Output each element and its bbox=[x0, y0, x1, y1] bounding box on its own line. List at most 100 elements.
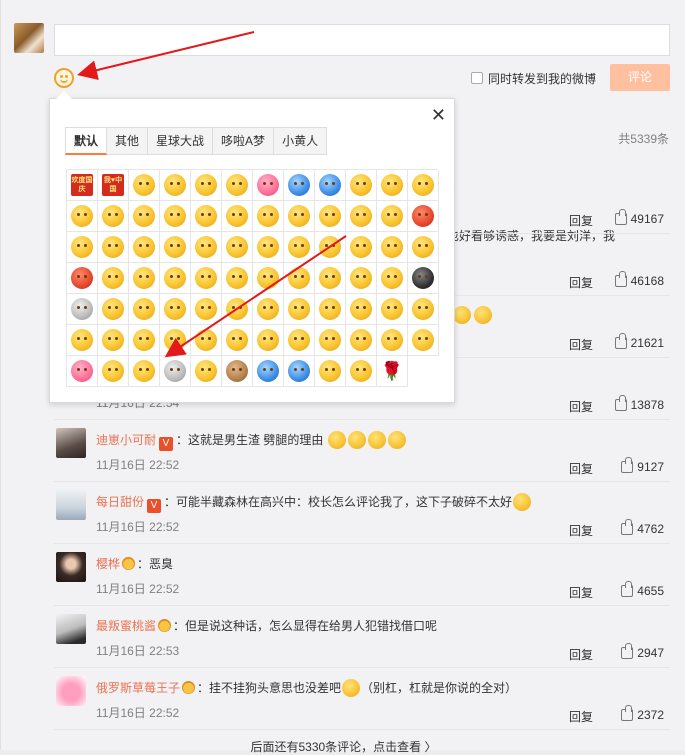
reply-link[interactable]: 回复 bbox=[569, 584, 593, 601]
like-button[interactable]: 2372 bbox=[621, 705, 664, 722]
emoji-cell[interactable] bbox=[98, 232, 129, 263]
emoji-cell[interactable] bbox=[408, 325, 439, 356]
emoji-cell[interactable] bbox=[129, 201, 160, 232]
emoji-cell[interactable] bbox=[222, 232, 253, 263]
emoji-cell[interactable] bbox=[284, 263, 315, 294]
emoji-cell[interactable] bbox=[346, 170, 377, 201]
emoji-cell[interactable] bbox=[408, 170, 439, 201]
emoji-cell[interactable] bbox=[377, 263, 408, 294]
emoji-cell[interactable] bbox=[284, 232, 315, 263]
emoji-cell[interactable] bbox=[346, 232, 377, 263]
emoji-cell[interactable] bbox=[222, 263, 253, 294]
emoji-cell[interactable] bbox=[315, 356, 346, 387]
emoji-cell[interactable] bbox=[315, 170, 346, 201]
like-button[interactable]: 49167 bbox=[614, 209, 664, 226]
comment-username[interactable]: 最叛蜜桃酱 bbox=[96, 619, 156, 633]
emoji-cell[interactable] bbox=[191, 232, 222, 263]
forward-checkbox[interactable] bbox=[471, 72, 483, 84]
emoji-cell[interactable]: 🌹 bbox=[377, 356, 408, 387]
emoji-cell[interactable] bbox=[253, 170, 284, 201]
emoji-cell[interactable] bbox=[98, 201, 129, 232]
reply-link[interactable]: 回复 bbox=[569, 398, 593, 415]
emoji-cell[interactable] bbox=[191, 201, 222, 232]
emoji-cell[interactable] bbox=[98, 294, 129, 325]
emoji-cell[interactable] bbox=[377, 325, 408, 356]
like-button[interactable]: 4655 bbox=[621, 581, 664, 598]
emoji-cell[interactable]: 欢度国庆 bbox=[67, 170, 98, 201]
emoji-cell[interactable] bbox=[160, 263, 191, 294]
emoji-cell[interactable] bbox=[191, 263, 222, 294]
emoji-cell[interactable] bbox=[315, 325, 346, 356]
emoji-cell[interactable] bbox=[129, 170, 160, 201]
emoji-cell[interactable] bbox=[253, 201, 284, 232]
load-more-link[interactable]: 后面还有5330条评论，点击查看 〉 bbox=[1, 738, 685, 755]
emoji-cell[interactable] bbox=[191, 356, 222, 387]
emoji-cell[interactable] bbox=[346, 356, 377, 387]
emoji-cell[interactable] bbox=[98, 263, 129, 294]
emoji-cell[interactable] bbox=[67, 201, 98, 232]
emoji-cell[interactable] bbox=[129, 232, 160, 263]
emoji-cell[interactable] bbox=[253, 294, 284, 325]
emoji-cell[interactable] bbox=[284, 325, 315, 356]
emoji-cell[interactable] bbox=[67, 294, 98, 325]
tab-minions[interactable]: 小黄人 bbox=[274, 127, 328, 155]
emoji-cell[interactable] bbox=[222, 356, 253, 387]
emoji-cell[interactable] bbox=[377, 170, 408, 201]
emoji-cell[interactable] bbox=[284, 201, 315, 232]
emoji-cell[interactable] bbox=[253, 325, 284, 356]
like-button[interactable]: 21621 bbox=[614, 333, 664, 350]
emoji-cell[interactable] bbox=[160, 170, 191, 201]
emoji-cell[interactable] bbox=[98, 356, 129, 387]
emoji-cell[interactable]: 我♥中国 bbox=[98, 170, 129, 201]
tab-doraemon[interactable]: 哆啦A梦 bbox=[213, 127, 275, 155]
emoji-cell[interactable] bbox=[408, 263, 439, 294]
emoji-cell[interactable] bbox=[408, 232, 439, 263]
emoji-cell[interactable] bbox=[129, 263, 160, 294]
like-button[interactable]: 2947 bbox=[621, 643, 664, 660]
avatar[interactable] bbox=[56, 552, 86, 582]
emoji-cell[interactable] bbox=[346, 201, 377, 232]
emoji-cell[interactable] bbox=[222, 170, 253, 201]
emoji-cell[interactable] bbox=[160, 294, 191, 325]
emoji-cell[interactable] bbox=[315, 294, 346, 325]
reply-link[interactable]: 回复 bbox=[569, 274, 593, 291]
emoji-cell[interactable] bbox=[191, 294, 222, 325]
submit-comment-button[interactable]: 评论 bbox=[610, 64, 670, 91]
emoji-cell[interactable] bbox=[67, 232, 98, 263]
tab-other[interactable]: 其他 bbox=[107, 127, 149, 155]
reply-link[interactable]: 回复 bbox=[569, 336, 593, 353]
reply-link[interactable]: 回复 bbox=[569, 708, 593, 725]
emoji-cell[interactable] bbox=[222, 294, 253, 325]
comment-username[interactable]: 俄罗斯草莓王子 bbox=[96, 681, 180, 695]
emoji-cell[interactable] bbox=[408, 201, 439, 232]
emoji-trigger-icon[interactable] bbox=[54, 68, 74, 88]
emoji-cell[interactable] bbox=[222, 201, 253, 232]
emoji-cell[interactable] bbox=[67, 325, 98, 356]
emoji-cell[interactable] bbox=[253, 232, 284, 263]
reply-link[interactable]: 回复 bbox=[569, 646, 593, 663]
emoji-cell[interactable] bbox=[160, 201, 191, 232]
emoji-cell[interactable] bbox=[129, 294, 160, 325]
close-icon[interactable]: ✕ bbox=[431, 105, 446, 126]
avatar[interactable] bbox=[56, 676, 86, 706]
like-button[interactable]: 4762 bbox=[621, 519, 664, 536]
emoji-cell[interactable] bbox=[98, 325, 129, 356]
avatar[interactable] bbox=[56, 428, 86, 458]
emoji-cell[interactable] bbox=[160, 356, 191, 387]
emoji-cell[interactable] bbox=[284, 170, 315, 201]
emoji-cell[interactable] bbox=[129, 325, 160, 356]
reply-link[interactable]: 回复 bbox=[569, 460, 593, 477]
like-button[interactable]: 9127 bbox=[621, 457, 664, 474]
emoji-cell[interactable] bbox=[346, 325, 377, 356]
emoji-cell[interactable] bbox=[284, 356, 315, 387]
avatar[interactable] bbox=[56, 614, 86, 644]
like-button[interactable]: 46168 bbox=[614, 271, 664, 288]
emoji-cell[interactable] bbox=[377, 294, 408, 325]
emoji-cell[interactable] bbox=[222, 325, 253, 356]
avatar[interactable] bbox=[56, 490, 86, 520]
emoji-cell[interactable] bbox=[160, 232, 191, 263]
tab-star-wars[interactable]: 星球大战 bbox=[148, 127, 214, 155]
reply-link[interactable]: 回复 bbox=[569, 522, 593, 539]
like-button[interactable]: 13878 bbox=[614, 395, 664, 412]
comment-username[interactable]: 樱桦 bbox=[96, 557, 120, 571]
